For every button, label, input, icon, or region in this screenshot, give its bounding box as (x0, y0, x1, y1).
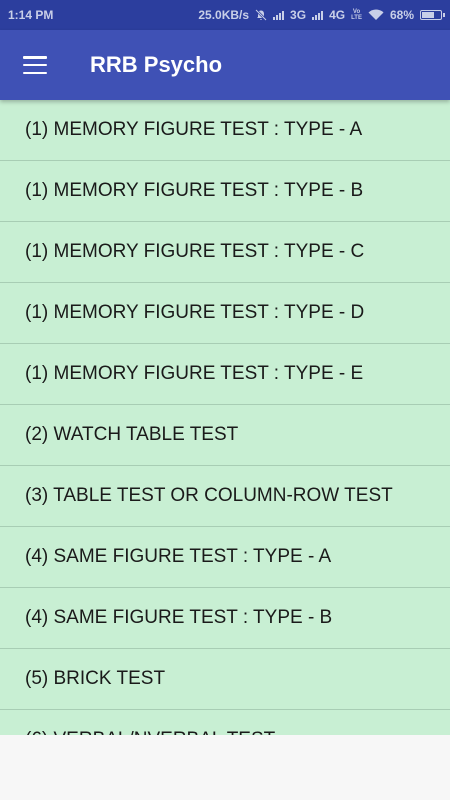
list-item[interactable]: (2) WATCH TABLE TEST (0, 405, 450, 466)
list-item-label: (1) MEMORY FIGURE TEST : TYPE - D (25, 302, 365, 323)
status-icons: 25.0KB/s 3G 4G Vo LTE 68% (198, 8, 445, 22)
wifi-icon (368, 9, 384, 20)
list-item[interactable]: (4) SAME FIGURE TEST : TYPE - A (0, 527, 450, 588)
list-item-label: (4) SAME FIGURE TEST : TYPE - A (25, 546, 332, 567)
bottom-blank-area (0, 735, 450, 800)
signal-icon (312, 10, 324, 20)
test-list[interactable]: (1) MEMORY FIGURE TEST : TYPE - A (1) MEM… (0, 100, 450, 735)
list-item-label: (1) MEMORY FIGURE TEST : TYPE - B (25, 180, 364, 201)
hamburger-menu-icon[interactable] (23, 56, 47, 74)
list-item[interactable]: (4) SAME FIGURE TEST : TYPE - B (0, 588, 450, 649)
list-item[interactable]: (1) MEMORY FIGURE TEST : TYPE - B (0, 161, 450, 222)
list-item[interactable]: (1) MEMORY FIGURE TEST : TYPE - D (0, 283, 450, 344)
list-item-label: (5) BRICK TEST (25, 668, 166, 689)
list-item-label: (1) MEMORY FIGURE TEST : TYPE - C (25, 241, 365, 262)
battery-icon (420, 10, 445, 20)
battery-percent: 68% (389, 8, 414, 22)
list-item-label: (1) MEMORY FIGURE TEST : TYPE - E (25, 363, 364, 384)
signal-icon (273, 10, 285, 20)
network-type-2: 4G (329, 8, 346, 22)
app-bar: RRB Psycho (0, 30, 450, 100)
list-item[interactable]: (1) MEMORY FIGURE TEST : TYPE - C (0, 222, 450, 283)
status-bar: 1:14 PM 25.0KB/s 3G 4G Vo LTE 68% (0, 0, 450, 30)
list-item-label: (2) WATCH TABLE TEST (25, 424, 239, 445)
network-type-1: 3G (290, 8, 307, 22)
status-time: 1:14 PM (8, 8, 54, 22)
network-speed: 25.0KB/s (198, 8, 250, 22)
list-item[interactable]: (1) MEMORY FIGURE TEST : TYPE - A (0, 100, 450, 161)
list-item-label: (3) TABLE TEST OR COLUMN-ROW TEST (25, 485, 393, 506)
list-item[interactable]: (5) BRICK TEST (0, 649, 450, 710)
list-item[interactable]: (3) TABLE TEST OR COLUMN-ROW TEST (0, 466, 450, 527)
mute-icon (255, 9, 267, 21)
list-item[interactable]: (1) MEMORY FIGURE TEST : TYPE - E (0, 344, 450, 405)
list-item[interactable]: (6) VERBAL/NVERBAL TEST (0, 710, 450, 735)
list-item-label: (4) SAME FIGURE TEST : TYPE - B (25, 607, 333, 628)
app-title: RRB Psycho (90, 52, 223, 77)
volte-icon: Vo LTE (351, 9, 362, 21)
list-item-label: (1) MEMORY FIGURE TEST : TYPE - A (25, 119, 363, 140)
